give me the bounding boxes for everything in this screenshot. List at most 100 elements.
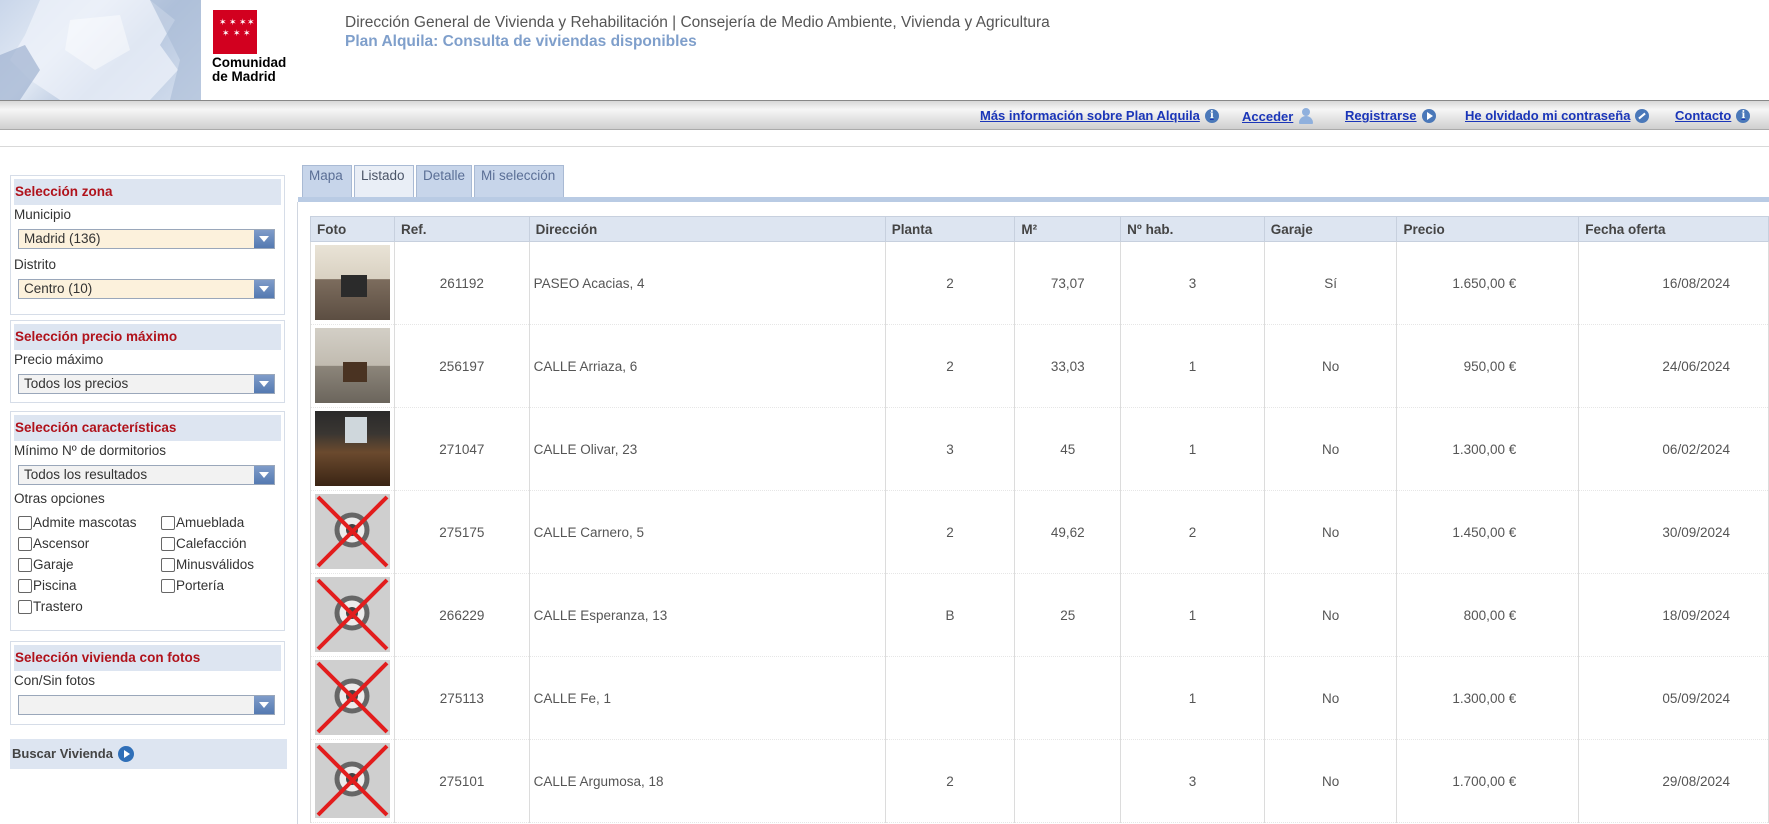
- m2-cell: 25: [1014, 573, 1122, 657]
- ref-cell: 275101: [393, 739, 530, 823]
- table-row[interactable]: 261192 PASEO Acacias, 4 2 73,07 3 Sí 1.6…: [310, 241, 1769, 325]
- checkbox[interactable]: [18, 536, 32, 551]
- precio-cell: 800,00 €: [1396, 573, 1580, 657]
- no-photo-icon[interactable]: [315, 494, 390, 569]
- property-photo[interactable]: [315, 411, 390, 486]
- option-amueblada[interactable]: Amueblada: [161, 515, 244, 530]
- photos-panel-title: Selección vivienda con fotos: [14, 645, 281, 671]
- photo-cell: [310, 241, 395, 325]
- chevron-down-icon: [254, 466, 274, 484]
- organization-title: Dirección General de Vivienda y Rehabili…: [345, 14, 1050, 31]
- hab-cell: 2: [1120, 490, 1265, 574]
- logo-text-line1: Comunidad: [212, 55, 287, 70]
- table-row[interactable]: 256197 CALLE Arriaza, 6 2 33,03 1 No 950…: [310, 324, 1769, 408]
- property-photo[interactable]: [315, 245, 390, 320]
- checkbox[interactable]: [18, 599, 32, 614]
- checkbox[interactable]: [161, 578, 175, 593]
- chevron-down-icon: [254, 230, 274, 248]
- hab-cell: 1: [1120, 656, 1265, 740]
- fecha-cell: 24/06/2024: [1578, 324, 1769, 408]
- login-link[interactable]: Acceder: [1242, 108, 1314, 124]
- madrid-flag-icon: ✶ ✶ ✶ ✶ ✶ ✶ ✶: [213, 10, 257, 54]
- checkbox[interactable]: [18, 557, 32, 572]
- column-header-precio[interactable]: Precio: [1396, 216, 1580, 242]
- tab-mi-seleccion[interactable]: Mi selección: [474, 165, 564, 199]
- column-header-hab[interactable]: Nº hab.: [1120, 216, 1265, 242]
- distrito-label: Distrito: [14, 257, 57, 272]
- option-ascensor[interactable]: Ascensor: [18, 536, 89, 551]
- option-piscina[interactable]: Piscina: [18, 578, 77, 593]
- option-garaje[interactable]: Garaje: [18, 557, 74, 572]
- table-row[interactable]: 271047 CALLE Olivar, 23 3 45 1 No 1.300,…: [310, 407, 1769, 491]
- column-header-m2[interactable]: M²: [1014, 216, 1122, 242]
- table-row[interactable]: 275101 CALLE Argumosa, 18 2 3 No 1.700,0…: [310, 739, 1769, 823]
- m2-cell: 45: [1014, 407, 1122, 491]
- info-icon: i: [1736, 108, 1751, 123]
- fotos-select[interactable]: [18, 695, 275, 715]
- option-trastero[interactable]: Trastero: [18, 599, 83, 614]
- address-cell: CALLE Olivar, 23: [528, 407, 886, 491]
- checkbox[interactable]: [18, 515, 32, 530]
- option-admite-mascotas[interactable]: Admite mascotas: [18, 515, 137, 530]
- option-label: Portería: [176, 578, 225, 593]
- column-header-foto[interactable]: Foto: [310, 216, 395, 242]
- checkbox[interactable]: [161, 536, 175, 551]
- option-calefaccion[interactable]: Calefacción: [161, 536, 247, 551]
- user-icon: [1298, 108, 1314, 124]
- checkbox[interactable]: [18, 578, 32, 593]
- precio-value: Todos los precios: [24, 376, 129, 391]
- photo-cell: [310, 490, 395, 574]
- zone-panel: Selección zona Municipio Madrid (136) Di…: [10, 175, 285, 315]
- property-photo[interactable]: [315, 328, 390, 403]
- tab-detalle[interactable]: Detalle: [416, 165, 472, 199]
- checkbox[interactable]: [161, 515, 175, 530]
- planta-cell: 2: [884, 490, 1016, 574]
- forgot-password-link[interactable]: He olvidado mi contraseña: [1465, 108, 1650, 123]
- municipio-select[interactable]: Madrid (136): [18, 229, 275, 249]
- photo-cell: [310, 324, 395, 408]
- tab-mapa[interactable]: Mapa: [302, 165, 352, 199]
- tab-listado[interactable]: Listado: [354, 165, 414, 201]
- m2-cell: 33,03: [1014, 324, 1122, 408]
- option-minusvalidos[interactable]: Minusválidos: [161, 557, 254, 572]
- column-header-fecha[interactable]: Fecha oferta: [1578, 216, 1769, 242]
- no-photo-icon[interactable]: [315, 743, 390, 818]
- dormitorios-select[interactable]: Todos los resultados: [18, 465, 275, 485]
- options-checklist: Admite mascotas Amueblada Ascensor Calef…: [18, 515, 284, 615]
- column-header-ref[interactable]: Ref.: [393, 216, 530, 242]
- column-header-planta[interactable]: Planta: [884, 216, 1016, 242]
- option-porteria[interactable]: Portería: [161, 578, 224, 593]
- hab-cell: 3: [1120, 739, 1265, 823]
- distrito-select[interactable]: Centro (10): [18, 279, 275, 299]
- garaje-cell: No: [1263, 324, 1398, 408]
- planta-cell: 2: [884, 324, 1016, 408]
- precio-cell: 1.450,00 €: [1396, 490, 1580, 574]
- info-plan-alquila-link[interactable]: Más información sobre Plan Alquila i: [980, 108, 1219, 123]
- fecha-cell: 29/08/2024: [1578, 739, 1769, 823]
- hab-cell: 1: [1120, 407, 1265, 491]
- madrid-map-banner: [0, 0, 201, 100]
- comunidad-madrid-logo[interactable]: ✶ ✶ ✶ ✶ ✶ ✶ ✶ Comunidad de Madrid: [201, 0, 301, 100]
- no-photo-icon[interactable]: [315, 660, 390, 735]
- garaje-cell: No: [1263, 490, 1398, 574]
- no-photo-icon[interactable]: [315, 577, 390, 652]
- fecha-cell: 18/09/2024: [1578, 573, 1769, 657]
- table-row[interactable]: 275175 CALLE Carnero, 5 2 49,62 2 No 1.4…: [310, 490, 1769, 574]
- hab-cell: 1: [1120, 324, 1265, 408]
- arrow-right-icon: [1421, 108, 1436, 123]
- column-header-garaje[interactable]: Garaje: [1263, 216, 1398, 242]
- table-row[interactable]: 266229 CALLE Esperanza, 13 B 25 1 No 800…: [310, 573, 1769, 657]
- precio-select[interactable]: Todos los precios: [18, 374, 275, 394]
- m2-cell: [1014, 656, 1122, 740]
- precio-cell: 1.650,00 €: [1396, 241, 1580, 325]
- column-header-direccion[interactable]: Dirección: [528, 216, 886, 242]
- table-row[interactable]: 275113 CALLE Fe, 1 1 No 1.300,00 € 05/09…: [310, 656, 1769, 740]
- buscar-vivienda-button[interactable]: Buscar Vivienda: [10, 739, 287, 769]
- register-link[interactable]: Registrarse: [1345, 108, 1436, 123]
- dormitorios-value: Todos los resultados: [24, 467, 148, 482]
- checkbox[interactable]: [161, 557, 175, 572]
- dormitorios-label: Mínimo Nº de dormitorios: [14, 443, 166, 458]
- otras-opciones-label: Otras opciones: [14, 491, 105, 506]
- contact-link[interactable]: Contacto i: [1675, 108, 1751, 123]
- features-panel: Selección características Mínimo Nº de d…: [10, 411, 285, 631]
